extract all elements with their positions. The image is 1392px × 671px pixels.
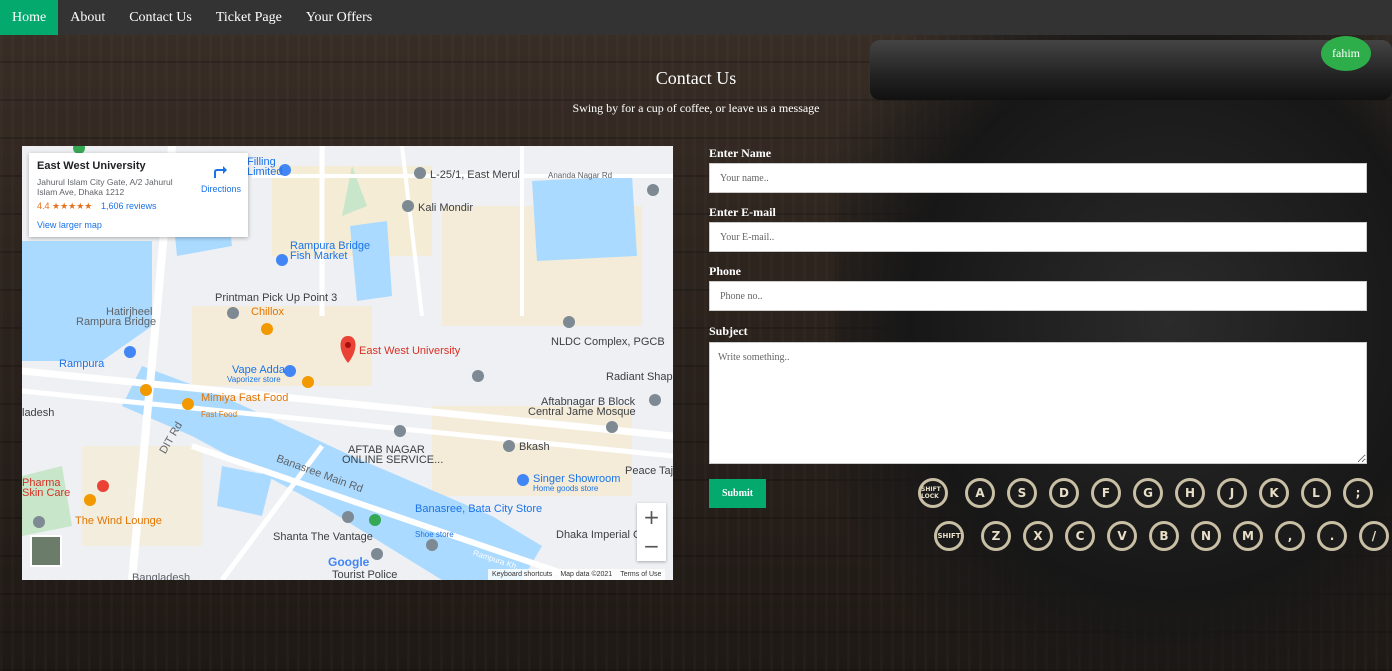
map-label: Fish Market <box>290 250 348 262</box>
map-label: Bkash <box>519 441 550 453</box>
map-label: The Wind Lounge <box>75 515 162 527</box>
map-label: Ananda Nagar Rd <box>548 171 613 180</box>
name-label: Enter Name <box>709 146 772 160</box>
place-rating: 4.4 ★★★★★ <box>37 201 93 211</box>
directions-icon[interactable] <box>211 163 229 181</box>
map-label: Banasree, Bata City Store <box>415 503 543 515</box>
place-name: East West University <box>37 160 146 172</box>
map-label: L-25/1, East Merul <box>430 169 520 181</box>
key: C <box>1065 521 1095 551</box>
map-attribution: Keyboard shortcuts Map data ©2021 Terms … <box>488 569 666 580</box>
key: SHIFT LOCK <box>918 478 948 508</box>
nav-contact-us[interactable]: Contact Us <box>117 0 204 35</box>
key: F <box>1091 478 1121 508</box>
satellite-toggle[interactable] <box>30 535 62 567</box>
key: B <box>1149 521 1179 551</box>
key: H <box>1175 478 1205 508</box>
key: N <box>1191 521 1221 551</box>
map-info-card: East West University Jahurul Islam City … <box>29 153 248 237</box>
keyboard-shortcuts-link[interactable]: Keyboard shortcuts <box>492 571 552 578</box>
key: K <box>1259 478 1289 508</box>
map-label: Shanta The Vantage <box>273 531 373 543</box>
map-label: Home goods store <box>533 484 599 493</box>
key: A <box>965 478 995 508</box>
map-label: Vaporizer store <box>227 375 281 384</box>
map-label-ewu: East West University <box>359 345 461 357</box>
map-label: Fast Food <box>201 410 238 419</box>
place-address: Jahurul Islam City Gate, A/2 Jahurul Isl… <box>37 177 173 197</box>
phone-label: Phone <box>709 264 742 278</box>
name-input[interactable] <box>709 163 1367 193</box>
nav-home[interactable]: Home <box>0 0 59 35</box>
subject-label: Subject <box>709 324 748 338</box>
map-label: Tourist Police <box>332 569 398 580</box>
map-label: ONLINE SERVICE... <box>342 454 444 466</box>
map-label: Peace Taj <box>625 465 673 477</box>
map-label: ladesh <box>22 407 55 419</box>
map-label: Bangladesh <box>132 572 191 580</box>
user-badge[interactable]: fahim <box>1321 36 1371 71</box>
map-label: Dhaka Imperial Co <box>556 529 648 541</box>
map-label: Limited <box>247 166 283 178</box>
submit-button[interactable]: Submit <box>709 479 766 508</box>
phone-input[interactable] <box>709 281 1367 311</box>
terms-of-use-link[interactable]: Terms of Use <box>620 571 661 578</box>
email-input[interactable] <box>709 222 1367 252</box>
map-label: Kali Mondir <box>418 202 474 214</box>
map-label: Mimiya Fast Food <box>201 392 289 404</box>
key: X <box>1023 521 1053 551</box>
map-label: Printman Pick Up Point 3 <box>215 292 338 304</box>
nav-about[interactable]: About <box>58 0 117 35</box>
key: L <box>1301 478 1331 508</box>
key: ; <box>1343 478 1373 508</box>
page-title: Contact Us <box>655 68 737 88</box>
map-label: NLDC Complex, PGCB <box>551 336 665 348</box>
directions-link[interactable]: Directions <box>201 184 241 194</box>
key: / <box>1359 521 1389 551</box>
key: . <box>1317 521 1347 551</box>
key: , <box>1275 521 1305 551</box>
email-label: Enter E-mail <box>709 205 776 219</box>
top-navbar: Home About Contact Us Ticket Page Your O… <box>0 0 1392 35</box>
zoom-in-button[interactable]: + <box>637 503 666 532</box>
key: V <box>1107 521 1137 551</box>
page-subtitle: Swing by for a cup of coffee, or leave u… <box>572 101 820 115</box>
map-zoom-controls: + − <box>637 503 666 561</box>
key: G <box>1133 478 1163 508</box>
nav-ticket-page[interactable]: Ticket Page <box>204 0 294 35</box>
key: J <box>1217 478 1247 508</box>
embedded-map[interactable]: Filling Limited L-25/1, East Merul Anand… <box>22 146 673 580</box>
map-data-text: Map data ©2021 <box>560 571 613 578</box>
map-label: Rampura <box>59 358 105 370</box>
place-reviews-link[interactable]: 1,606 reviews <box>101 201 157 211</box>
map-label: Shoe store <box>415 530 454 539</box>
key: Z <box>981 521 1011 551</box>
zoom-out-button[interactable]: − <box>637 532 666 561</box>
map-label: Skin Care <box>22 487 71 499</box>
map-label: Central Jame Mosque <box>528 406 636 418</box>
google-logo: Google <box>328 555 370 569</box>
subject-textarea[interactable] <box>709 342 1367 464</box>
view-larger-map-link[interactable]: View larger map <box>37 220 102 230</box>
key: M <box>1233 521 1263 551</box>
nav-your-offers[interactable]: Your Offers <box>294 0 384 35</box>
map-label: Rampura Bridge <box>76 316 157 328</box>
key: SHIFT <box>934 521 964 551</box>
map-label: Chillox <box>251 306 285 318</box>
key: S <box>1007 478 1037 508</box>
key: D <box>1049 478 1079 508</box>
map-label: Radiant Shapla <box>606 371 673 383</box>
